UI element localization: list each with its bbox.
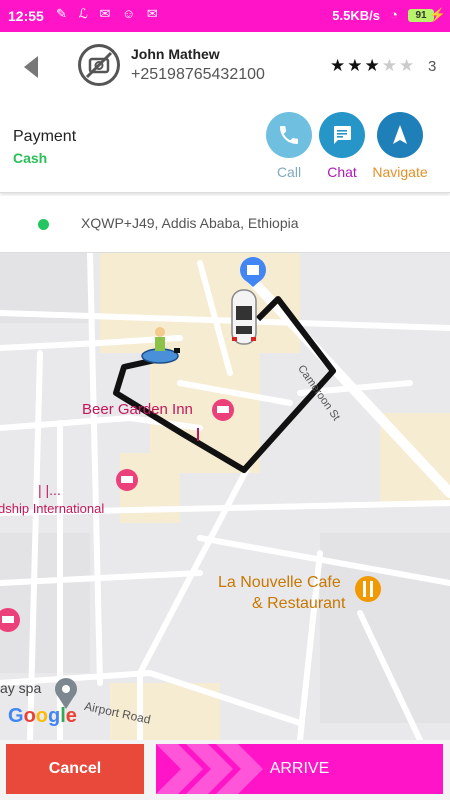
star-icon: ★ (330, 56, 348, 75)
chat-icon (319, 112, 365, 158)
chat-label: Chat (327, 164, 357, 180)
charging-icon: ⚡ (429, 7, 446, 22)
rating-value: 3 (428, 58, 437, 75)
back-icon[interactable] (22, 54, 42, 80)
arrive-button[interactable]: ARRIVE (156, 744, 443, 794)
star-icon: ★ (347, 56, 365, 75)
call-button[interactable]: Call (260, 112, 318, 180)
location-dot-icon (38, 219, 49, 230)
no-photo-icon (85, 51, 113, 79)
pickup-address-bar[interactable]: XQWP+J49, Addis Ababa, Ethiopia (0, 196, 450, 253)
poi-spa[interactable]: ay spa (0, 680, 41, 696)
chat-button[interactable]: Chat (313, 112, 371, 180)
driver-phone: +25198765432100 (131, 66, 265, 83)
poi-beer-garden-inn[interactable]: Beer Garden Inn (82, 401, 193, 418)
arrive-label: ARRIVE (269, 760, 330, 777)
status-time: 12:55 (8, 8, 44, 24)
cancel-button[interactable]: Cancel (6, 744, 144, 794)
hotel-pin-icon (212, 399, 234, 421)
phone-icon (266, 112, 312, 158)
call-label: Call (276, 164, 302, 180)
bottom-action-bar: Cancel ARRIVE (0, 740, 450, 800)
navigate-button[interactable]: Navigate (371, 112, 429, 180)
wifi-icon: ◔ (390, 7, 398, 22)
poi-friendship-marks: | |... (38, 482, 61, 498)
pickup-address: XQWP+J49, Addis Ababa, Ethiopia (81, 215, 299, 231)
trip-actions-panel: Payment Cash Call Chat Navigate (0, 110, 450, 193)
driver-name: John Mathew (131, 46, 220, 62)
restaurant-pin-icon (355, 576, 381, 602)
navigation-arrow-icon (377, 112, 423, 158)
star-icon: ★ (381, 56, 399, 75)
poi-la-nouvelle-cafe-line2[interactable]: & Restaurant (252, 595, 345, 613)
rating-stars: ★★★★★ (330, 56, 416, 76)
star-icon: ★ (364, 56, 382, 75)
car-icon (231, 289, 257, 345)
chevrons-icon (156, 744, 263, 794)
driver-header: John Mathew +25198765432100 ★★★★★ 3 (0, 32, 450, 110)
avatar (78, 44, 120, 86)
map-canvas[interactable] (0, 253, 450, 740)
status-bar: 12:55 ✎ ℒ ✉ ☺ ✉ 5.5KB/s ◔ 91 ⚡ (0, 0, 450, 32)
hotel-pin-icon (116, 469, 138, 491)
poi-la-nouvelle-cafe[interactable]: La Nouvelle Cafe (218, 574, 341, 592)
payment-title: Payment (13, 128, 77, 145)
map-view[interactable]: Beer Garden Inn | |... dship Internation… (0, 253, 450, 740)
navigate-label: Navigate (372, 164, 428, 180)
poi-friendship-international[interactable]: dship International (0, 501, 104, 516)
google-logo: Google (8, 705, 77, 727)
network-speed: 5.5KB/s (332, 8, 380, 23)
payment-method: Cash (13, 150, 48, 166)
star-icon: ★ (399, 56, 417, 75)
notification-icons: ✎ ℒ ✉ ☺ ✉ (56, 6, 162, 21)
